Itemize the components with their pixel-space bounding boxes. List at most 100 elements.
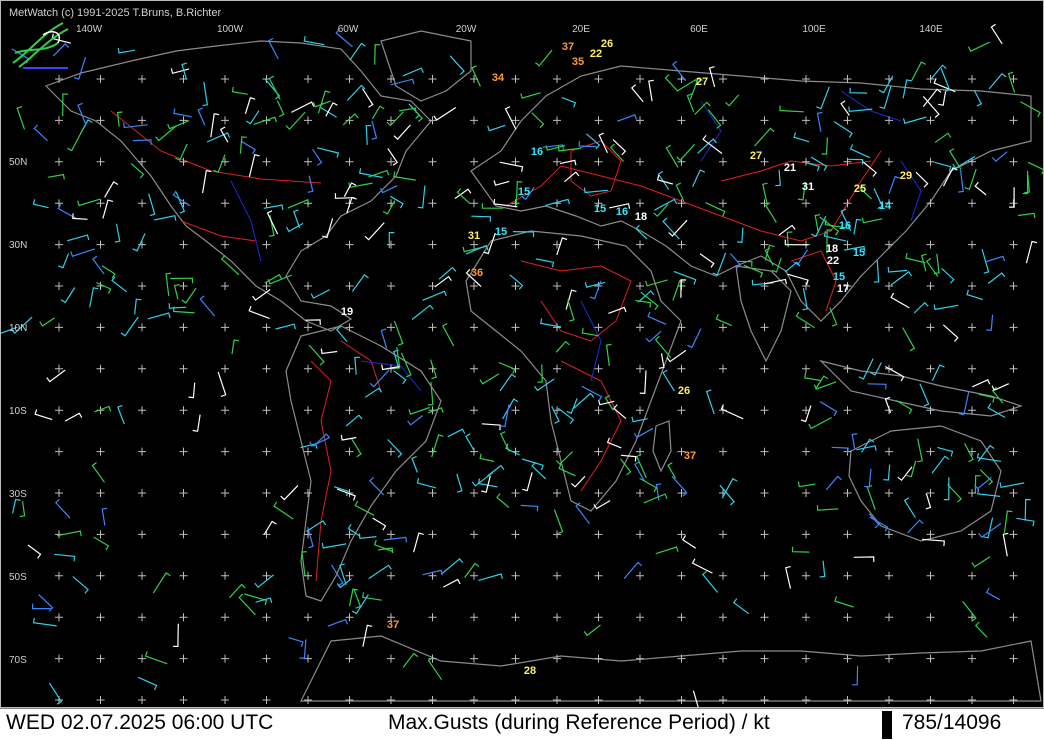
gust-value-label: 34 — [492, 72, 505, 84]
grid-cross — [55, 489, 63, 497]
wind-barb — [819, 560, 826, 578]
grid-cross — [304, 406, 312, 415]
wind-barb — [240, 140, 256, 155]
wind-barb — [797, 481, 816, 488]
grid-cross — [719, 75, 727, 83]
wind-barb — [720, 404, 744, 420]
grid-cross — [221, 613, 229, 622]
grid-cross — [594, 240, 603, 249]
gust-value-label: 26 — [678, 385, 690, 397]
wind-barb — [58, 253, 70, 269]
gust-value-label: 21 — [784, 162, 796, 174]
wind-barb — [173, 108, 192, 118]
wind-barb — [762, 182, 768, 206]
grid-cross — [345, 75, 354, 83]
grid-cross — [802, 530, 810, 539]
wind-barb — [613, 404, 627, 420]
wind-barb — [608, 306, 627, 314]
wind-barb — [96, 282, 112, 294]
grid-cross — [1009, 696, 1018, 704]
wind-barb — [966, 289, 984, 301]
grid-cross — [760, 571, 769, 580]
wind-barb — [942, 166, 958, 187]
map-canvas[interactable]: 3722263534 2716 272131 25291515 16 18141631 15… — [1, 1, 1043, 707]
gust-value-label: 31 — [468, 230, 480, 242]
wind-barb — [640, 291, 659, 311]
gust-value-label: 36 — [471, 267, 483, 279]
grid-cross — [760, 116, 769, 125]
wind-barb — [903, 497, 916, 518]
grid-cross — [387, 696, 395, 704]
grid-cross — [760, 364, 769, 373]
grid-cross — [636, 489, 644, 497]
grid-cross — [636, 323, 644, 332]
country-border — [520, 260, 632, 342]
wind-barb — [531, 112, 545, 129]
wind-barb — [350, 437, 362, 458]
grid-cross — [802, 364, 810, 373]
wind-barb — [557, 407, 575, 425]
wind-barb — [1003, 510, 1013, 534]
grid-cross — [96, 157, 105, 166]
wind-barb — [321, 542, 347, 549]
wind-barb — [795, 311, 815, 329]
wind-barb — [479, 453, 495, 463]
wind-barb — [833, 121, 853, 138]
grid-cross — [511, 654, 520, 663]
wind-barb — [853, 556, 875, 562]
wind-barb — [775, 169, 781, 187]
wind-barb — [958, 169, 964, 193]
grid-cross — [96, 323, 105, 332]
grid-cross — [55, 613, 63, 622]
wind-barb — [840, 100, 850, 116]
grid-cross — [968, 406, 976, 415]
wind-barb — [922, 96, 940, 118]
grid-cross — [926, 282, 935, 290]
grid-cross — [138, 530, 146, 539]
status-bar: WED 02.07.2025 06:00 UTC Max.Gusts (duri… — [0, 708, 1044, 740]
wind-barb — [848, 106, 873, 113]
grid-cross — [387, 282, 395, 290]
grid-cross — [719, 282, 727, 290]
wind-barb — [89, 287, 99, 308]
wind-barb — [275, 323, 296, 330]
wind-barb — [343, 182, 357, 197]
wind-barb — [253, 116, 278, 126]
world-map[interactable]: 37 22 26 35 34 27 16 27 21 31 25 29 15 15 16 18 14 16 31 15… — [0, 0, 1044, 708]
wind-barb — [902, 327, 916, 352]
wind-barb — [374, 43, 381, 65]
gust-value-label: 26 — [601, 38, 613, 50]
grid-cross — [387, 654, 395, 663]
grid-cross — [926, 447, 935, 456]
grid-cross — [1009, 654, 1018, 663]
wind-barb — [917, 438, 923, 463]
grid-cross — [304, 75, 312, 83]
wind-barb — [409, 104, 423, 123]
gust-value-label: 14 — [879, 200, 892, 212]
wind-barb — [561, 97, 577, 108]
grid-cross — [636, 696, 644, 704]
grid-cross — [843, 406, 852, 415]
grid-cross — [179, 489, 188, 497]
wind-barb — [971, 556, 991, 568]
grid-cross — [1009, 489, 1018, 497]
gust-value-label: 15 — [518, 186, 530, 198]
grid-cross — [553, 364, 561, 373]
grid-cross — [470, 571, 478, 580]
wind-barb — [393, 320, 404, 346]
lat-label: 30N — [9, 240, 27, 251]
grid-cross — [926, 613, 935, 622]
wind-barb — [564, 171, 580, 183]
wind-barb — [206, 132, 231, 143]
grid-cross — [1009, 116, 1018, 125]
grid-cross — [760, 654, 769, 663]
lat-label: 70S — [9, 655, 27, 666]
wind-barb — [441, 322, 455, 347]
station-count-label: 785/14096 — [902, 711, 1002, 734]
river — [230, 180, 262, 262]
wind-barb — [172, 623, 179, 648]
wind-barb — [320, 348, 338, 355]
wind-barb — [815, 375, 829, 389]
wind-barb — [111, 276, 128, 293]
grid-cross — [55, 364, 63, 373]
